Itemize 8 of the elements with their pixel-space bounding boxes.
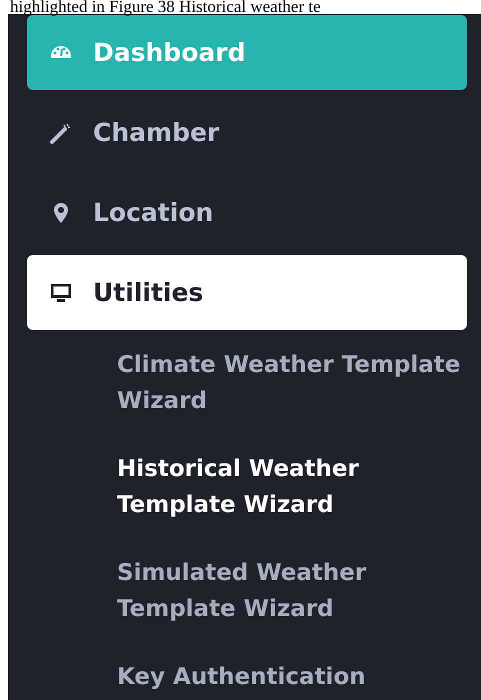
- submenu-item[interactable]: Historical Weather Template Wizard: [117, 451, 477, 523]
- submenu-item[interactable]: Key Authentication: [117, 659, 477, 695]
- sidebar-item[interactable]: Chamber: [27, 95, 467, 170]
- sidebar-item[interactable]: Utilities: [27, 255, 467, 330]
- caption-text: highlighted in Figure 38 Historical weather te: [9, 0, 322, 14]
- submenu-item[interactable]: Simulated Weather Template Wizard: [117, 555, 477, 627]
- sidebar-item[interactable]: Location: [27, 175, 467, 250]
- submenu-item[interactable]: Climate Weather Template Wizard: [117, 347, 477, 419]
